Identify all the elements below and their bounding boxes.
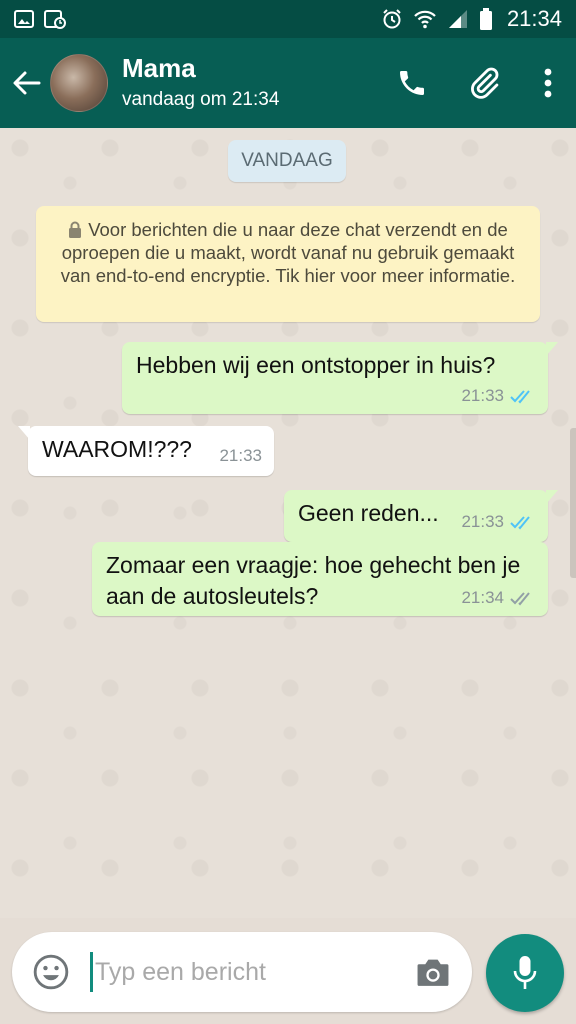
chat-area[interactable]: VANDAAG Voor berichten die u naar deze c… bbox=[0, 128, 576, 918]
message-text: WAAROM!??? bbox=[42, 436, 192, 462]
encryption-notice-text: Voor berichten die u naar deze chat verz… bbox=[60, 219, 516, 286]
last-seen: vandaag om 21:34 bbox=[122, 89, 280, 110]
delivered-ticks-icon bbox=[510, 592, 530, 606]
status-bar: 21:34 bbox=[0, 0, 576, 38]
emoji-button[interactable] bbox=[12, 932, 90, 1012]
lock-icon bbox=[69, 221, 82, 238]
contact-name: Mama bbox=[122, 53, 196, 83]
message-text: Hebben wij een ontstopper in huis? bbox=[136, 352, 496, 378]
paperclip-icon bbox=[471, 67, 499, 99]
more-vert-icon bbox=[544, 68, 552, 98]
scroll-edge[interactable] bbox=[570, 428, 576, 578]
emoji-icon bbox=[33, 954, 69, 990]
battery-icon bbox=[479, 8, 493, 30]
message-composer bbox=[12, 932, 472, 1012]
signal-icon bbox=[447, 9, 469, 29]
message-bubble-outgoing[interactable]: Zomaar een vraagje: hoe gehecht ben je a… bbox=[92, 542, 548, 616]
attach-button[interactable] bbox=[448, 38, 520, 128]
read-ticks-icon bbox=[510, 516, 530, 530]
message-time: 21:33 bbox=[219, 446, 262, 465]
contact-info[interactable]: Mama vandaag om 21:34 bbox=[122, 53, 279, 113]
gallery-icon bbox=[14, 9, 34, 29]
message-bubble-outgoing[interactable]: Geen reden... 21:33 bbox=[284, 490, 558, 542]
phone-icon bbox=[400, 71, 424, 95]
chat-header: Mama vandaag om 21:34 bbox=[0, 38, 576, 128]
date-chip: VANDAAG bbox=[228, 140, 346, 182]
read-ticks-icon bbox=[510, 390, 530, 404]
message-text: Geen reden... bbox=[298, 500, 439, 526]
bubble-tail bbox=[546, 490, 558, 504]
more-options-button[interactable] bbox=[520, 38, 576, 128]
screenshot-icon bbox=[44, 9, 66, 29]
camera-icon bbox=[417, 959, 449, 986]
bubble-tail bbox=[546, 342, 558, 356]
back-arrow-icon bbox=[13, 71, 41, 95]
back-button[interactable] bbox=[2, 38, 50, 128]
message-bubble-incoming[interactable]: WAAROM!??? 21:33 bbox=[18, 426, 274, 476]
message-input[interactable] bbox=[90, 952, 400, 992]
message-time: 21:34 bbox=[461, 588, 504, 607]
call-button[interactable] bbox=[376, 38, 448, 128]
camera-button[interactable] bbox=[400, 932, 466, 1012]
microphone-icon bbox=[513, 956, 537, 989]
avatar[interactable] bbox=[50, 54, 108, 112]
alarm-icon bbox=[381, 8, 403, 30]
message-time: 21:33 bbox=[461, 512, 504, 531]
encryption-notice[interactable]: Voor berichten die u naar deze chat verz… bbox=[36, 206, 540, 322]
bubble-tail bbox=[18, 426, 30, 440]
voice-message-button[interactable] bbox=[486, 934, 564, 1012]
status-time: 21:34 bbox=[506, 6, 562, 31]
message-time: 21:33 bbox=[461, 386, 504, 405]
message-bubble-outgoing[interactable]: Hebben wij een ontstopper in huis? 21:33 bbox=[122, 342, 558, 414]
wifi-icon bbox=[413, 9, 437, 29]
